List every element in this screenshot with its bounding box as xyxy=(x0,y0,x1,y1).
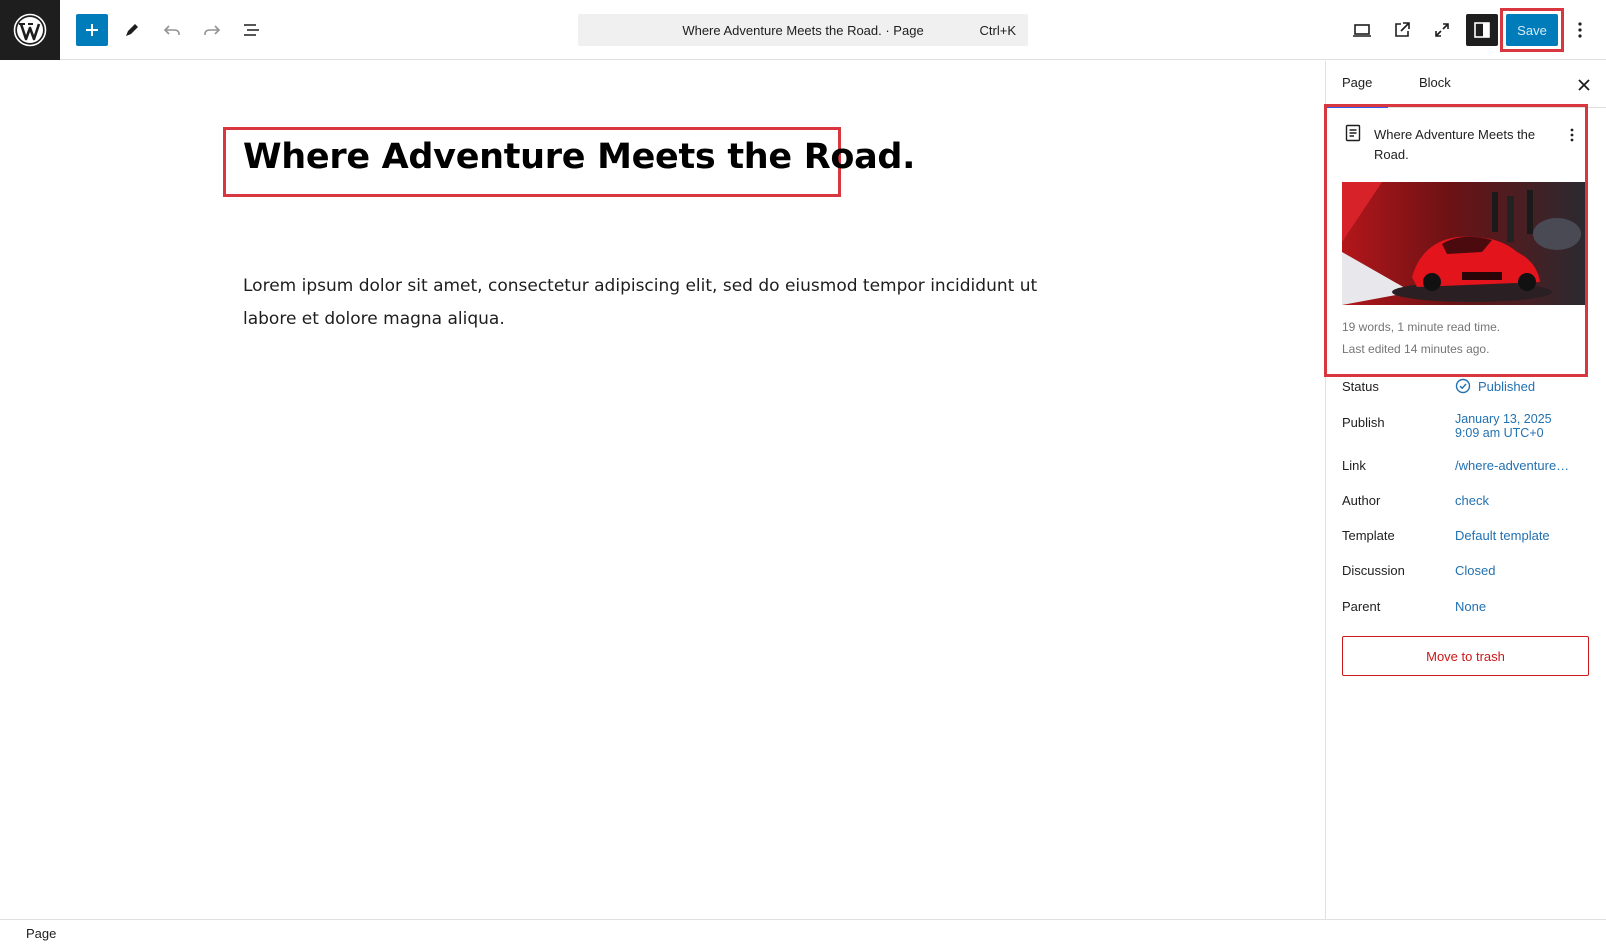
template-label: Template xyxy=(1342,528,1395,543)
view-button[interactable] xyxy=(1346,14,1378,46)
settings-sidebar: Page Block Where Adventure Meets the Roa… xyxy=(1324,61,1606,919)
redo-button[interactable] xyxy=(196,14,228,46)
tools-button[interactable] xyxy=(116,14,148,46)
command-bar-title: Where Adventure Meets the Road. · Page xyxy=(682,22,924,38)
discussion-label: Discussion xyxy=(1342,563,1405,578)
desktop-view-icon xyxy=(1353,24,1371,37)
undo-icon xyxy=(163,25,180,35)
plus-icon xyxy=(86,24,98,36)
external-link-icon xyxy=(1395,22,1410,37)
document-overview-button[interactable] xyxy=(236,14,268,46)
last-edited-text: Last edited 14 minutes ago. xyxy=(1342,342,1490,356)
move-to-trash-button[interactable]: Move to trash xyxy=(1342,636,1589,676)
author-value[interactable]: check xyxy=(1455,493,1489,508)
command-bar-shortcut: Ctrl+K xyxy=(979,22,1016,38)
close-icon xyxy=(1578,79,1590,91)
command-palette-bar[interactable]: Where Adventure Meets the Road. · Page C… xyxy=(578,14,1028,46)
page-icon xyxy=(1345,124,1361,142)
close-sidebar-button[interactable] xyxy=(1572,73,1596,97)
options-menu-button[interactable] xyxy=(1566,14,1594,46)
status-value[interactable]: Published xyxy=(1478,379,1535,394)
wordpress-logo-icon xyxy=(13,13,47,47)
link-label: Link xyxy=(1342,458,1366,473)
more-vertical-icon xyxy=(1578,22,1582,38)
tab-block[interactable]: Block xyxy=(1403,61,1467,108)
editor-toolbar: Where Adventure Meets the Road. · Page C… xyxy=(0,0,1606,60)
undo-button[interactable] xyxy=(156,14,188,46)
featured-image[interactable] xyxy=(1342,182,1585,305)
settings-sidebar-toggle[interactable] xyxy=(1466,14,1498,46)
sidebar-settings-icon xyxy=(1474,22,1490,38)
author-label: Author xyxy=(1342,493,1381,508)
wordpress-logo-button[interactable] xyxy=(0,0,60,60)
tab-page[interactable]: Page xyxy=(1326,61,1388,108)
publish-date: January 13, 2025 xyxy=(1455,412,1552,426)
word-count-text: 19 words, 1 minute read time. xyxy=(1342,320,1501,334)
sidebar-post-title: Where Adventure Meets the Road. xyxy=(1374,127,1536,162)
discussion-value[interactable]: Closed xyxy=(1455,563,1495,578)
editor-canvas: Where Adventure Meets the Road. Lorem ip… xyxy=(0,61,1325,919)
parent-value[interactable]: None xyxy=(1455,599,1486,614)
document-overview-icon xyxy=(244,24,259,36)
block-inserter-button[interactable] xyxy=(76,14,108,46)
post-actions-button[interactable] xyxy=(1564,123,1580,147)
redo-icon xyxy=(204,25,221,35)
publish-label: Publish xyxy=(1342,415,1385,430)
post-title[interactable]: Where Adventure Meets the Road. xyxy=(243,137,915,177)
parent-label: Parent xyxy=(1342,599,1381,614)
template-value[interactable]: Default template xyxy=(1455,528,1550,543)
save-button[interactable]: Save xyxy=(1506,14,1558,46)
status-label: Status xyxy=(1342,379,1379,394)
fullscreen-button[interactable] xyxy=(1426,14,1458,46)
sidebar-tabs: Page Block xyxy=(1326,61,1606,108)
breadcrumb[interactable]: Page xyxy=(26,926,56,941)
paragraph-block[interactable]: Lorem ipsum dolor sit amet, consectetur … xyxy=(243,270,1083,336)
publish-value[interactable]: January 13, 2025 9:09 am UTC+0 xyxy=(1455,412,1552,440)
link-value[interactable]: /where-adventure… xyxy=(1455,458,1569,473)
view-page-button[interactable] xyxy=(1386,14,1418,46)
publish-time: 9:09 am UTC+0 xyxy=(1455,426,1544,440)
fullscreen-icon xyxy=(1435,23,1449,37)
editor-footer: Page xyxy=(0,919,1606,946)
check-circle-icon xyxy=(1455,378,1471,394)
more-vertical-icon xyxy=(1570,128,1574,142)
pencil-icon xyxy=(126,24,138,36)
